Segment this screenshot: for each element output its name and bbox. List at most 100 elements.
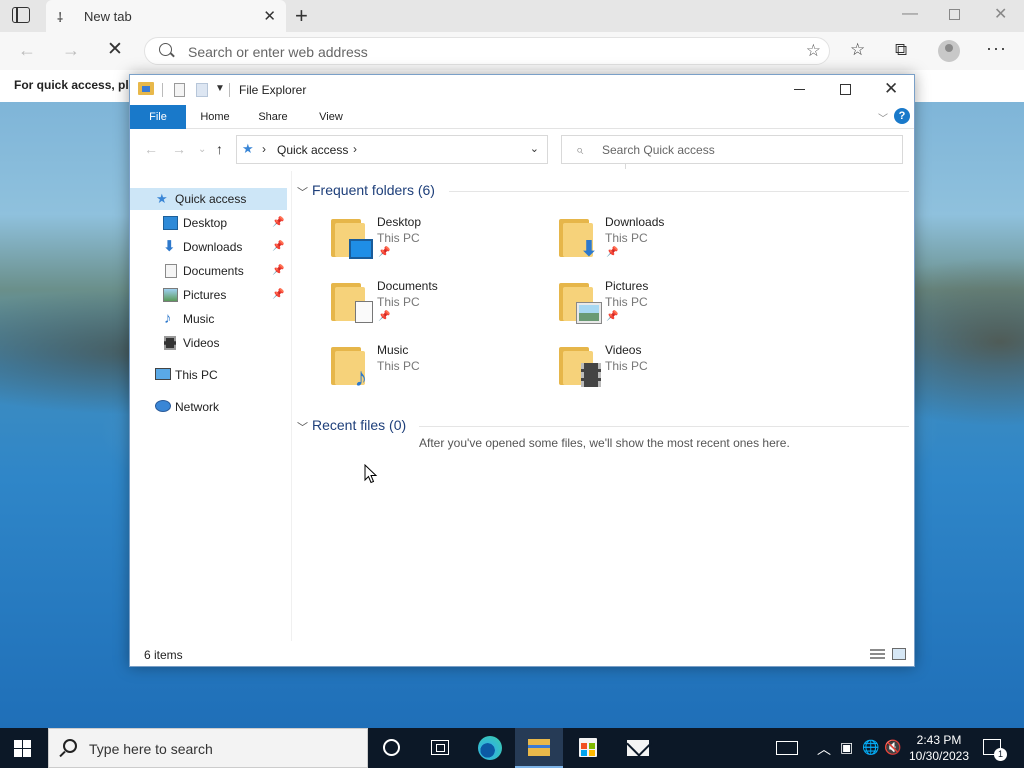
nav-item-downloads[interactable]: ⬇ Downloads 📌 — [130, 236, 287, 258]
address-bar[interactable]: Search or enter web address ☆ — [144, 37, 830, 65]
network-icon — [155, 400, 171, 412]
folder-name: Desktop — [377, 215, 422, 229]
forward-button[interactable]: → — [62, 40, 80, 61]
network-globe-icon[interactable]: 🌐 — [862, 739, 879, 756]
recent-locations-icon[interactable]: ⌄ — [198, 144, 206, 155]
folder-name: Pictures — [605, 279, 649, 293]
back-button[interactable]: ← — [144, 141, 158, 157]
cortana-icon[interactable] — [383, 739, 400, 756]
nav-item-desktop[interactable]: Desktop 📌 — [130, 212, 287, 234]
nav-item-label: Quick access — [175, 192, 247, 206]
address-segment[interactable]: Quick access — [277, 143, 348, 157]
folder-tile-documents[interactable]: Documents This PC 📌 — [331, 279, 531, 337]
nav-item-documents[interactable]: Documents 📌 — [130, 260, 287, 282]
tab-view[interactable]: View — [302, 105, 360, 129]
close-tab-icon[interactable]: ✕ — [263, 7, 276, 25]
up-button[interactable]: ↑ — [216, 141, 223, 157]
minimize-button[interactable]: — — [902, 5, 918, 23]
collapse-chevron-icon[interactable]: ﹀ — [297, 184, 308, 200]
system-clock[interactable]: 2:43 PM 10/30/2023 — [903, 732, 975, 764]
volume-muted-icon[interactable]: 🔇 — [884, 739, 901, 756]
nav-item-quick-access[interactable]: ★ Quick access — [130, 188, 287, 210]
profile-avatar[interactable] — [938, 40, 960, 62]
close-window-button[interactable]: ✕ — [994, 4, 1007, 24]
task-view-icon[interactable] — [431, 740, 449, 755]
frequent-folders-header[interactable]: Frequent folders (6) — [312, 182, 435, 198]
folder-icon — [138, 82, 154, 95]
nav-item-music[interactable]: ♪ Music — [130, 308, 287, 330]
add-favorite-icon[interactable]: ☆ — [806, 41, 821, 61]
expand-ribbon-icon[interactable]: ﹀ — [878, 110, 888, 125]
navigation-row: ← → ⌄ ↑ ★ › Quick access › ⌄ ↻ ⌕ Search … — [130, 131, 914, 169]
pin-icon[interactable]: 📌 — [272, 260, 284, 282]
tab-new-tab[interactable]: ⸸ New tab ✕ — [46, 0, 286, 32]
restore-button[interactable] — [949, 9, 960, 20]
nav-item-label: Desktop — [183, 216, 228, 230]
file-explorer-window: ▼ File Explorer ✕ File Home Share View ﹀… — [129, 74, 915, 667]
recent-files-header[interactable]: Recent files (0) — [312, 417, 406, 433]
quick-access-toolbar-dropdown-icon[interactable]: ▼ — [215, 83, 225, 94]
new-folder-icon[interactable] — [196, 83, 208, 97]
close-button[interactable]: ✕ — [884, 79, 898, 99]
window-title: File Explorer — [239, 83, 307, 97]
start-button[interactable] — [14, 740, 31, 757]
folder-tile-desktop[interactable]: Desktop This PC 📌 — [331, 215, 531, 273]
help-icon[interactable]: ? — [894, 108, 910, 124]
back-button[interactable]: ← — [18, 40, 36, 61]
meet-now-icon[interactable]: ▣ — [840, 739, 853, 756]
pin-icon[interactable]: 📌 — [272, 236, 284, 258]
nav-item-pictures[interactable]: Pictures 📌 — [130, 284, 287, 306]
collections-icon[interactable]: ⧉ — [895, 40, 907, 60]
quick-access-star-icon: ★ — [242, 141, 254, 156]
chevron-right-icon[interactable]: › — [353, 142, 357, 156]
toolbar: ← → ✕ Search or enter web address ☆ ☆ ⧉ … — [0, 32, 1024, 70]
search-icon — [159, 43, 172, 56]
pane-divider[interactable] — [291, 171, 292, 641]
tab-strip: ⸸ New tab ✕ + — ✕ — [0, 0, 1024, 32]
pin-icon[interactable]: 📌 — [272, 212, 284, 234]
navigation-pane: ★ Quick access Desktop 📌 ⬇ Downloads 📌 D… — [130, 185, 290, 640]
favorites-bar-hint: For quick access, plac — [14, 78, 143, 92]
favorites-icon[interactable]: ☆ — [850, 40, 865, 60]
minimize-button[interactable] — [794, 89, 805, 90]
folder-tile-downloads[interactable]: ⬇ Downloads This PC 📌 — [559, 215, 759, 273]
nav-item-videos[interactable]: Videos — [130, 332, 287, 354]
new-tab-button[interactable]: + — [295, 3, 308, 29]
folder-tile-music[interactable]: ♪ Music This PC — [331, 343, 531, 401]
taskbar-store-button[interactable] — [564, 728, 612, 768]
taskbar-file-explorer-button[interactable] — [515, 728, 563, 768]
tab-share[interactable]: Share — [244, 105, 302, 129]
chevron-down-icon[interactable]: ⌄ — [530, 142, 539, 155]
chevron-up-icon[interactable]: ︿ — [817, 739, 831, 759]
store-icon — [579, 738, 597, 757]
tab-file[interactable]: File — [130, 105, 186, 129]
folder-location: This PC — [605, 295, 648, 309]
taskbar-edge-button[interactable] — [466, 728, 514, 768]
address-bar[interactable]: ★ › Quick access › ⌄ ↻ — [236, 135, 646, 169]
stop-loading-button[interactable]: ✕ — [107, 38, 123, 61]
more-menu-icon[interactable]: ··· — [986, 38, 1007, 59]
folder-tile-videos[interactable]: Videos This PC — [559, 343, 759, 401]
touch-keyboard-icon[interactable] — [776, 741, 798, 755]
folder-tile-pictures[interactable]: Pictures This PC 📌 — [559, 279, 759, 337]
nav-item-this-pc[interactable]: This PC — [130, 364, 287, 386]
nav-item-label: Documents — [183, 264, 244, 278]
large-icons-view-button[interactable] — [892, 648, 906, 660]
collapse-chevron-icon[interactable]: ﹀ — [297, 419, 308, 435]
nav-item-network[interactable]: Network — [130, 396, 287, 418]
explorer-titlebar[interactable]: ▼ File Explorer ✕ — [130, 75, 914, 105]
properties-icon[interactable] — [174, 83, 185, 97]
address-placeholder: Search or enter web address — [188, 44, 368, 60]
maximize-button[interactable] — [840, 84, 851, 95]
folder-name: Music — [377, 343, 409, 357]
chevron-right-icon[interactable]: › — [262, 142, 266, 156]
taskbar-mail-button[interactable] — [613, 728, 661, 768]
search-box[interactable]: ⌕ Search Quick access — [561, 135, 903, 164]
tab-actions-icon[interactable] — [12, 7, 30, 23]
details-view-button[interactable] — [870, 649, 885, 660]
pin-icon[interactable]: 📌 — [272, 284, 284, 306]
taskbar-search-box[interactable]: Type here to search — [48, 728, 368, 768]
taskbar: Type here to search ︿ ▣ 🌐 🔇 2:43 PM 10/3… — [0, 728, 1024, 768]
tab-home[interactable]: Home — [186, 105, 244, 129]
forward-button[interactable]: → — [172, 141, 186, 157]
